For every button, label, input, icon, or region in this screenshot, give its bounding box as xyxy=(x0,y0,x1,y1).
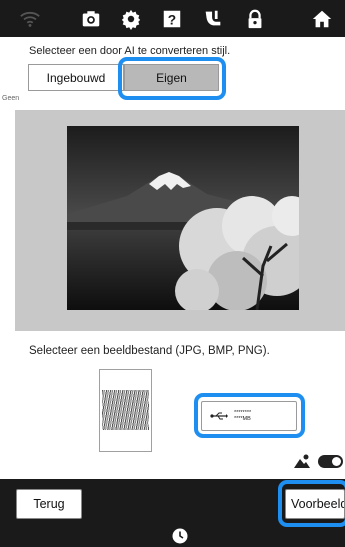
wifi-icon[interactable] xyxy=(17,6,43,32)
settings-gear-icon[interactable] xyxy=(118,6,144,32)
home-icon[interactable] xyxy=(309,6,335,32)
style-instruction-text: Selecteer een door AI te converteren sti… xyxy=(29,45,231,57)
preview-button-highlight xyxy=(278,480,345,527)
clock-icon[interactable] xyxy=(172,528,188,544)
tab-custom-highlight xyxy=(118,57,226,100)
svg-text:?: ? xyxy=(168,13,176,28)
preview-photo xyxy=(67,126,299,310)
image-thumbnail[interactable] xyxy=(99,369,152,452)
thumbnail-image xyxy=(102,390,149,430)
image-adjust-icon xyxy=(294,454,310,468)
embroidery-foot-icon[interactable] xyxy=(200,6,226,32)
style-name-label: Geen xyxy=(2,95,20,102)
image-display-toggle[interactable] xyxy=(318,455,343,468)
tab-builtin[interactable]: Ingebouwd xyxy=(28,64,124,91)
back-button[interactable]: Terug xyxy=(16,489,82,519)
top-toolbar: ? xyxy=(0,0,345,37)
camera-icon[interactable] xyxy=(78,6,104,32)
file-instruction-text: Selecteer een beeldbestand (JPG, BMP, PN… xyxy=(29,345,270,357)
usb-button-highlight xyxy=(194,393,305,438)
help-question-icon[interactable]: ? xyxy=(159,6,185,32)
lock-icon[interactable] xyxy=(242,6,268,32)
